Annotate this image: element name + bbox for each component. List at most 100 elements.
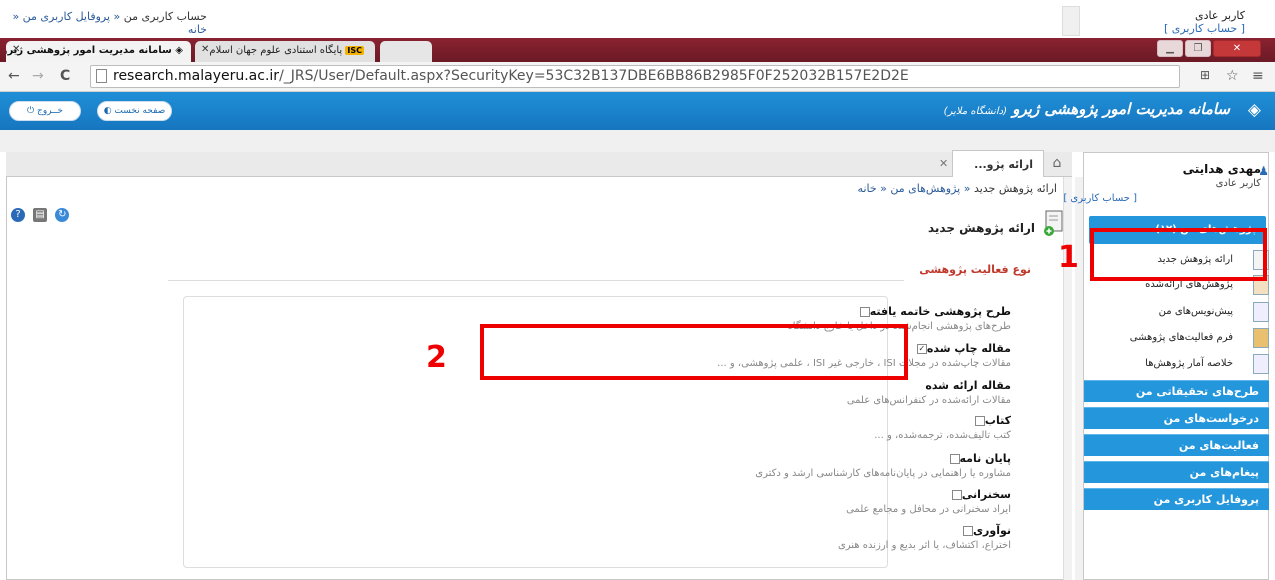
panel-tab-new-research[interactable]: ارائه پژو... ✕ bbox=[939, 150, 1044, 177]
option-desc: ایراد سخنرانی در محافل و مجامع علمی bbox=[846, 504, 1011, 515]
new-document-icon bbox=[1044, 210, 1063, 236]
sidebar-item-drafts[interactable]: پیش‌نویس‌های من bbox=[1095, 300, 1269, 326]
option-label: سخنرانی bbox=[961, 488, 1011, 501]
sidebar-nav-my-profile[interactable]: پروفایل کاربری من bbox=[1084, 488, 1269, 510]
browser-tab-isc[interactable]: ISC پایگاه استنادی علوم جهان اسلام ✕ bbox=[195, 41, 375, 62]
app-logo-icon: ◈ bbox=[1247, 100, 1261, 120]
sidebar-item-label: پیش‌نویس‌های من bbox=[1158, 306, 1233, 317]
stats-doc-icon bbox=[1253, 354, 1269, 374]
sidebar-item-stats[interactable]: خلاصه آمار پژوهش‌ها bbox=[1095, 352, 1269, 378]
top-account-link[interactable]: [ حساب کاربری ] bbox=[1164, 22, 1245, 35]
option-lecture[interactable]: سخنرانی ایراد سخنرانی در محافل و مجامع ع… bbox=[846, 488, 1011, 515]
sidebar-nav-my-projects[interactable]: طرح‌های تحقیقاتی من bbox=[1084, 380, 1269, 402]
option-presented-article[interactable]: مقاله ارائه شده مقالات ارائه‌شده در کنفر… bbox=[847, 379, 1011, 406]
annotation-number-1: 1 bbox=[1058, 240, 1079, 275]
option-label: کتاب bbox=[984, 414, 1011, 427]
exit-button-label: خــروج bbox=[37, 106, 63, 116]
panel-tab-label: ارائه پژو... bbox=[974, 158, 1033, 171]
window-minimize-button[interactable]: ▁ bbox=[1157, 40, 1183, 57]
option-desc: کتب تالیف‌شده، ترجمه‌شده، و ... bbox=[874, 430, 1011, 441]
annotation-number-2: 2 bbox=[426, 340, 447, 375]
sidebar-nav-my-activities[interactable]: فعالیت‌های من bbox=[1084, 434, 1269, 456]
breadcrumb-home[interactable]: خانه bbox=[858, 182, 877, 195]
back-arrow-icon[interactable]: ← bbox=[8, 68, 20, 84]
page-title: ارائه پژوهش جدید bbox=[927, 221, 1035, 235]
option-checkbox[interactable] bbox=[962, 526, 973, 536]
new-tab-button[interactable] bbox=[380, 41, 432, 62]
option-checkbox[interactable] bbox=[951, 490, 962, 500]
browser-tab-bar: ◈ سامانه مدیریت امور پژوهشی ژیرو ✕ ISC پ… bbox=[0, 38, 1275, 62]
home-tab-icon[interactable]: ⌂ bbox=[1046, 152, 1068, 176]
tab-label: پایگاه استنادی علوم جهان اسلام bbox=[209, 45, 343, 56]
bookmark-star-icon[interactable]: ☆ bbox=[1226, 68, 1239, 84]
url-path: /_JRS/User/Default.aspx?SecurityKey=53C3… bbox=[279, 68, 909, 84]
breadcrumb: ارائه پژوهش جدید « پژوهش‌های من « خانه bbox=[857, 182, 1057, 195]
toolbar-icons: ? ▤ ↻ bbox=[11, 206, 73, 222]
top-user-role: کاربر عادی bbox=[1195, 9, 1245, 22]
option-label: مقاله چاپ شده bbox=[926, 342, 1011, 355]
sidebar-item-label: خلاصه آمار پژوهش‌ها bbox=[1145, 358, 1233, 369]
panel-tab-bar bbox=[6, 152, 1072, 177]
sidebar-nav-my-messages[interactable]: پیغام‌های من bbox=[1084, 461, 1269, 483]
option-checkbox-checked[interactable]: ✓ bbox=[916, 344, 927, 354]
section-title: نوع فعالیت پژوهشی bbox=[919, 263, 1031, 276]
page-doc-icon bbox=[96, 69, 107, 83]
translate-icon[interactable]: ⊞ bbox=[1200, 68, 1210, 82]
home-page-button[interactable]: ◐ صفحه نخست bbox=[97, 101, 172, 121]
top-breadcrumb-home[interactable]: خانه bbox=[188, 23, 207, 36]
option-innovation[interactable]: نوآوری اختراع، اکتشاف، یا اثر بدیع و ارز… bbox=[838, 524, 1011, 551]
print-icon[interactable]: ▤ bbox=[33, 208, 48, 222]
panel-tab-close-icon[interactable]: ✕ bbox=[939, 157, 948, 170]
menu-icon[interactable]: ≡ bbox=[1252, 68, 1264, 84]
tab-favicon-icon: ◈ bbox=[175, 45, 183, 56]
option-thesis[interactable]: پایان نامه مشاوره یا راهنمایی در پایان‌ن… bbox=[755, 452, 1011, 479]
header-divider-strip bbox=[0, 130, 1275, 152]
option-book[interactable]: کتاب کتب تالیف‌شده، ترجمه‌شده، و ... bbox=[874, 414, 1011, 441]
arrow-icon: ◐ bbox=[103, 106, 112, 116]
option-checkbox[interactable] bbox=[949, 454, 960, 464]
top-breadcrumb: حساب کاربری من « پروفایل کاربری من « خان… bbox=[12, 10, 207, 36]
app-header: سامانه مدیریت امور پژوهشی ژیرو (دانشگاه … bbox=[0, 92, 1275, 130]
sidebar-splitter[interactable] bbox=[1075, 177, 1083, 580]
browser-tab-active[interactable]: ◈ سامانه مدیریت امور پژوهشی ژیرو ✕ bbox=[6, 41, 191, 62]
top-scrollbar[interactable] bbox=[1062, 6, 1080, 36]
section-divider bbox=[168, 280, 904, 281]
option-checkbox[interactable] bbox=[859, 307, 870, 317]
top-breadcrumb-profile[interactable]: پروفایل کاربری من bbox=[23, 10, 110, 23]
breadcrumb-current: ارائه پژوهش جدید bbox=[973, 182, 1057, 195]
reload-icon[interactable]: C bbox=[60, 68, 70, 84]
option-label: طرح پژوهشی خاتمه یافته bbox=[869, 305, 1011, 318]
window-close-button[interactable]: ✕ bbox=[1213, 40, 1261, 57]
top-user-info: کاربر عادی [ حساب کاربری ] bbox=[1164, 9, 1245, 35]
option-label: نوآوری bbox=[972, 524, 1011, 537]
tab-close-icon[interactable]: ✕ bbox=[12, 44, 20, 55]
form-icon bbox=[1253, 328, 1269, 348]
breadcrumb-my-research[interactable]: پژوهش‌های من bbox=[890, 182, 960, 195]
top-breadcrumb-current: حساب کاربری من bbox=[123, 10, 207, 23]
option-label: پایان نامه bbox=[959, 452, 1011, 465]
option-desc: اختراع، اکتشاف، یا اثر بدیع و ارزنده هنر… bbox=[837, 540, 1011, 551]
sidebar-item-label: فرم فعالیت‌های پژوهشی bbox=[1129, 332, 1233, 343]
url-host: research.malayeru.ac.ir bbox=[113, 68, 280, 84]
panel-scrollbar[interactable] bbox=[1063, 177, 1072, 580]
address-bar[interactable]: research.malayeru.ac.ir/_JRS/User/Defaul… bbox=[90, 65, 1180, 88]
annotation-box-2 bbox=[480, 324, 908, 380]
isc-badge: ISC bbox=[345, 46, 364, 55]
refresh-icon[interactable]: ↻ bbox=[55, 208, 70, 222]
exit-button[interactable]: ⏻ خــروج bbox=[9, 101, 81, 121]
sidebar-item-activity-form[interactable]: فرم فعالیت‌های پژوهشی bbox=[1095, 326, 1269, 352]
app-title: سامانه مدیریت امور پژوهشی ژیرو (دانشگاه … bbox=[944, 100, 1230, 118]
option-label: مقاله ارائه شده bbox=[925, 379, 1011, 392]
annotation-box-1 bbox=[1090, 228, 1267, 281]
sidebar-nav-my-requests[interactable]: درخواست‌های من bbox=[1084, 407, 1269, 429]
help-icon[interactable]: ? bbox=[11, 208, 25, 222]
window-restore-button[interactable]: ❐ bbox=[1185, 40, 1211, 57]
home-button-label: صفحه نخست bbox=[114, 106, 166, 116]
forward-arrow-icon[interactable]: → bbox=[32, 68, 44, 84]
option-checkbox[interactable] bbox=[974, 416, 985, 426]
tab-close-icon[interactable]: ✕ bbox=[201, 44, 209, 55]
sidebar-account-link[interactable]: [ حساب کاربری ] bbox=[1063, 193, 1137, 204]
sidebar-user-name: مهدی هدایتی bbox=[1182, 162, 1261, 176]
power-icon: ⏻ bbox=[27, 106, 35, 116]
app-university: (دانشگاه ملایر) bbox=[943, 106, 1008, 117]
